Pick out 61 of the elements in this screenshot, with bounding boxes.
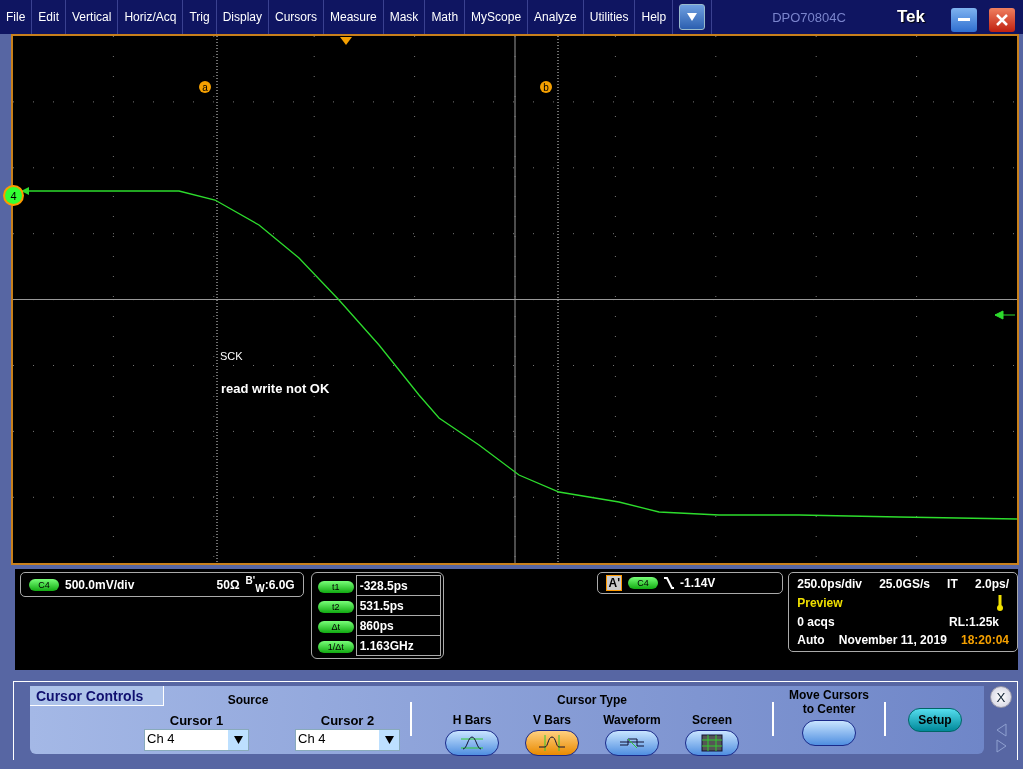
cursor-value: 1.163GHz bbox=[356, 635, 441, 656]
trigger-label: A' bbox=[606, 575, 622, 591]
cursor-badge[interactable]: 1/Δt bbox=[317, 640, 354, 653]
vertical-scale: 500.0mV/div bbox=[65, 577, 135, 592]
status-text: Preview bbox=[797, 596, 844, 610]
annotation-text: SCK bbox=[220, 350, 243, 362]
cursor-label: a bbox=[199, 81, 211, 93]
caret-icon bbox=[233, 736, 243, 744]
caret-icon bbox=[384, 736, 394, 744]
panel-tab[interactable]: Cursor Controls bbox=[30, 686, 164, 706]
section-heading: Cursor Type bbox=[557, 693, 627, 707]
channel-badge[interactable]: C4 bbox=[628, 577, 658, 589]
cursor-badge[interactable]: t1 bbox=[317, 580, 354, 593]
sample-rate: 25.0GS/s bbox=[879, 577, 930, 591]
cursor-value: -328.5ps bbox=[356, 575, 441, 596]
cursor-line[interactable] bbox=[216, 36, 218, 563]
cursor-type-button[interactable] bbox=[525, 730, 579, 756]
cursor-line[interactable] bbox=[557, 36, 559, 563]
type-label: Waveform bbox=[603, 713, 661, 727]
brand-logo: Tek bbox=[896, 7, 925, 27]
trigger-level: -1.14V bbox=[680, 576, 716, 590]
field-label: Cursor 1 bbox=[169, 713, 224, 728]
trigger-mode: Auto bbox=[797, 633, 825, 647]
field-label: Cursor 2 bbox=[320, 713, 375, 728]
cursor-badge[interactable]: Δt bbox=[317, 620, 354, 633]
source-dropdown[interactable]: Ch 4 bbox=[144, 729, 249, 751]
cursor-type-button[interactable] bbox=[445, 730, 499, 756]
falling-edge-icon bbox=[664, 577, 674, 589]
scroll-arrows-icon bbox=[994, 722, 1008, 754]
resolution-value: 2.0ps/ bbox=[974, 577, 1009, 591]
cursor-type-button[interactable] bbox=[685, 730, 739, 756]
time-text: 18:20:04 bbox=[960, 633, 1009, 647]
close-icon[interactable] bbox=[989, 7, 1015, 32]
cursor-type-button[interactable] bbox=[605, 730, 659, 756]
source-dropdown[interactable]: Ch 4 bbox=[295, 729, 400, 751]
close-button[interactable]: X bbox=[990, 686, 1012, 708]
record-length: RL:1.25k bbox=[948, 615, 999, 629]
annotation-text: read write not OK bbox=[221, 381, 330, 396]
cursor-label: b bbox=[540, 81, 552, 93]
model-name: DPO70804C bbox=[772, 9, 846, 25]
thermometer-icon bbox=[997, 595, 1003, 611]
date-text: November 11, 2019 bbox=[838, 633, 947, 647]
type-label: Screen bbox=[692, 713, 732, 727]
setup-button[interactable]: Setup bbox=[908, 708, 962, 732]
channel-badge[interactable]: C4 bbox=[29, 578, 59, 591]
horizontal-scale: 250.0ps/div bbox=[797, 577, 862, 591]
ground-arrow-icon bbox=[21, 187, 29, 195]
trigger-position-icon bbox=[340, 37, 352, 45]
button-caption: Move Cursors to Center bbox=[788, 688, 870, 716]
type-label: H Bars bbox=[452, 713, 492, 727]
move-to-center-button[interactable] bbox=[802, 720, 856, 746]
section-heading: Source bbox=[227, 693, 269, 707]
cursor-value: 531.5ps bbox=[356, 595, 441, 616]
type-label: V Bars bbox=[533, 713, 571, 727]
cursor-badge[interactable]: t2 bbox=[317, 600, 354, 613]
trigger-level-icon bbox=[994, 310, 1016, 320]
impedance-value: 50Ω bbox=[216, 577, 240, 592]
acquisition-mode: IT bbox=[947, 577, 958, 591]
cursor-value: 860ps bbox=[356, 615, 441, 636]
minimize-icon[interactable] bbox=[951, 7, 977, 32]
acquisition-count: 0 acqs bbox=[797, 615, 836, 629]
